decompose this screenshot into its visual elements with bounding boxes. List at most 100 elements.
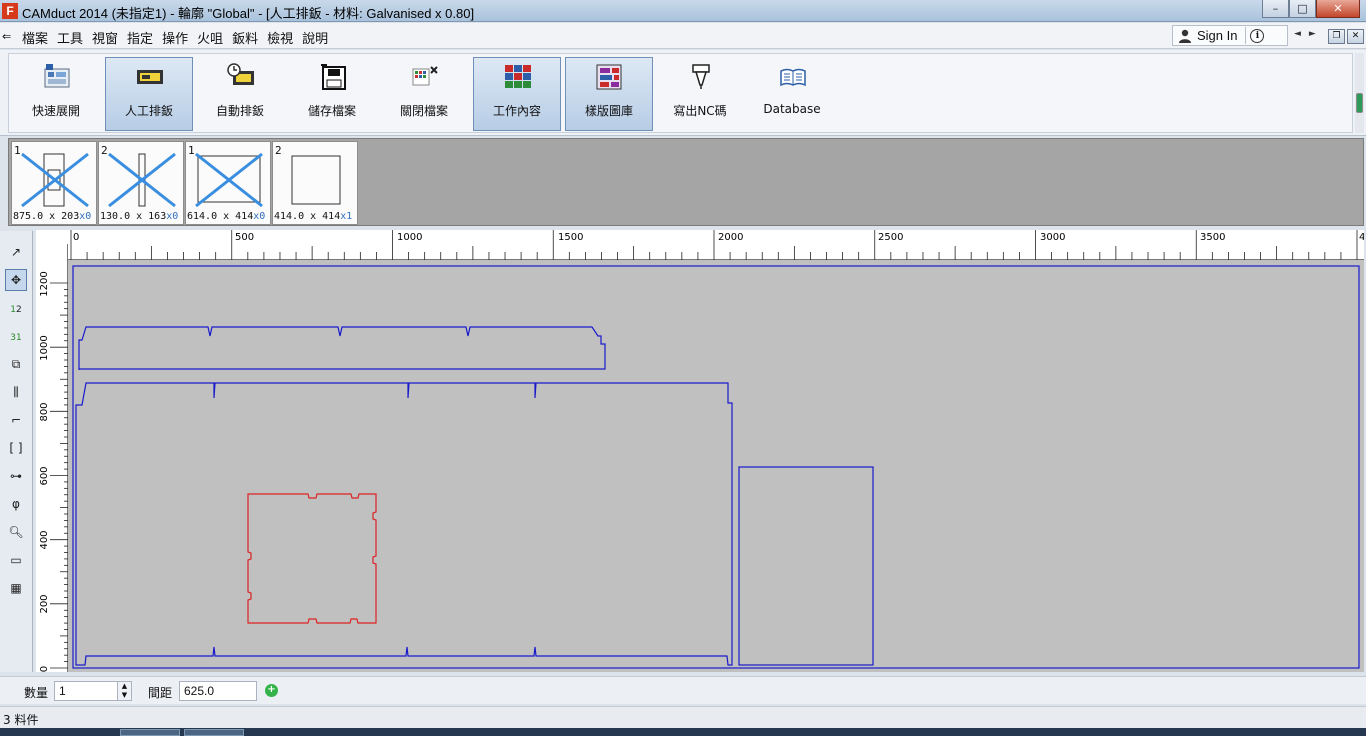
database-button[interactable]: Database	[748, 57, 836, 131]
part-large-panel[interactable]	[75, 382, 733, 666]
spacing-input[interactable]: 625.0	[179, 681, 257, 701]
close-file-icon	[412, 66, 438, 86]
align-parts-icon[interactable]: ⧉	[5, 353, 27, 375]
manual-nest-icon	[137, 70, 163, 84]
apply-icon[interactable]: +	[265, 684, 278, 697]
ruler-corner	[36, 230, 68, 244]
mirror-parts-icon[interactable]: ⫼	[5, 381, 27, 403]
quick-unfold-label: 快速展開	[31, 104, 80, 118]
quantity-stepper[interactable]: ▲ ▼	[117, 681, 132, 701]
horizontal-gap-icon[interactable]: ⊶	[5, 465, 27, 487]
title-bar: F CAMduct 2014 (未指定1) - 輪廓 "Global" - [人…	[0, 0, 1366, 22]
part-1-count: 1	[14, 144, 21, 157]
status-text: 3 料件	[3, 713, 39, 727]
back-arrow-icon[interactable]: ⇐	[2, 30, 11, 43]
part-thumbnail-strip: 1 875.0 x 203x0 2 130.0 x 163x0 1 614.0 …	[8, 138, 1364, 226]
status-bar: 3 料件	[0, 706, 1366, 728]
part-thumbnail-1[interactable]: 1 875.0 x 203x0	[11, 141, 97, 225]
taskbar-item[interactable]	[120, 729, 180, 736]
nesting-canvas[interactable]	[68, 260, 1364, 672]
info-icon[interactable]: i	[1250, 28, 1265, 43]
vertical-gap-icon[interactable]: φ	[5, 493, 27, 515]
manual-nest-button[interactable]: 人工排鈑	[105, 57, 193, 131]
taskbar-item[interactable]	[184, 729, 244, 736]
nav-left-icon[interactable]: ◄	[1294, 29, 1301, 39]
x-tick-label: 1000	[397, 232, 422, 243]
part-2-count: 2	[101, 144, 108, 157]
ribbon-scrollbar[interactable]	[1355, 53, 1364, 133]
x-tick-label: 2000	[718, 232, 743, 243]
maximize-button[interactable]: □	[1289, 0, 1316, 18]
part-thumbnail-3[interactable]: 1 614.0 x 414x0	[185, 141, 271, 225]
properties-icon[interactable]: ▦	[5, 577, 27, 599]
minimize-button[interactable]: –	[1262, 0, 1289, 18]
separator	[1245, 27, 1247, 44]
mdi-close-icon[interactable]: ✕	[1347, 29, 1364, 44]
job-contents-label: 工作內容	[492, 104, 541, 118]
part-1-dims: 875.0 x 203x0	[13, 211, 92, 222]
zoom-icon[interactable]: 🔍︎	[5, 521, 27, 543]
y-tick-label: 200	[39, 594, 50, 613]
sheet-drawing[interactable]	[68, 260, 1364, 672]
renumber-icon[interactable]: 31	[5, 325, 27, 347]
menu-file[interactable]: 檔案	[22, 28, 48, 47]
menu-view[interactable]: 檢視	[267, 28, 293, 47]
part-selected[interactable]	[247, 493, 377, 624]
close-file-button[interactable]: 關閉檔案	[380, 57, 468, 131]
menu-torch[interactable]: 火咀	[197, 28, 223, 47]
measure-ruler-icon[interactable]: ▭	[5, 549, 27, 571]
save-icon	[321, 64, 346, 90]
app-icon: F	[2, 3, 18, 19]
auto-nest-button[interactable]: 自動排鈑	[196, 57, 284, 131]
x-tick-label: 500	[235, 232, 254, 243]
menu-operate[interactable]: 操作	[162, 28, 188, 47]
ribbon-scroll-thumb[interactable]	[1356, 93, 1363, 113]
menu-tools[interactable]: 工具	[57, 28, 83, 47]
part-thumbnail-4[interactable]: 2 414.0 x 414x1	[272, 141, 358, 225]
mdi-restore-icon[interactable]: ❐	[1328, 29, 1345, 44]
user-icon	[1179, 29, 1191, 43]
database-icon	[780, 68, 806, 87]
quantity-label: 數量	[24, 686, 49, 700]
horizontal-ruler-ticks: 0 500 1000 1500 2000 2500 3000 3500 400	[70, 230, 1364, 260]
menu-specify[interactable]: 指定	[127, 28, 153, 47]
x-tick-label: 3500	[1200, 232, 1225, 243]
save-file-button[interactable]: 儲存檔案	[288, 57, 376, 131]
y-tick-label: 400	[39, 530, 50, 549]
quick-unfold-icon	[44, 64, 70, 88]
part-2-dims: 130.0 x 163x0	[100, 211, 179, 222]
pattern-library-button[interactable]: 樣版圖庫	[565, 57, 653, 131]
menu-help[interactable]: 說明	[302, 28, 328, 47]
sheet-outline	[72, 265, 1360, 669]
mdi-controls: ❐ ✕	[1328, 29, 1364, 44]
fit-bracket-icon[interactable]: [ ]	[5, 437, 27, 459]
move-part-icon[interactable]: ✥	[5, 269, 27, 291]
menu-window[interactable]: 視窗	[92, 28, 118, 47]
select-arrow-icon[interactable]: ↗	[5, 241, 27, 263]
properties-bar: 數量 1 ▲ ▼ 間距 625.0 +	[0, 676, 1366, 704]
nav-right-icon[interactable]: ►	[1309, 29, 1316, 39]
quantity-input[interactable]: 1	[54, 681, 118, 701]
window-title: CAMduct 2014 (未指定1) - 輪廓 "Global" - [人工排…	[22, 6, 475, 21]
y-tick-label: 800	[39, 402, 50, 421]
mini-nav: ◄ ►	[1294, 29, 1316, 39]
ribbon-toolbar: 快速展開 人工排鈑 自動排鈑 儲存檔案 關閉檔案 工作內容 樣版圖庫 寫出NC碼…	[0, 50, 1366, 136]
part-right-rect[interactable]	[738, 466, 874, 666]
y-tick-label: 0	[39, 666, 50, 672]
pattern-library-label: 樣版圖庫	[584, 104, 633, 118]
x-tick-label: 400	[1359, 232, 1364, 243]
part-strip-top[interactable]	[78, 326, 606, 370]
part-4-count: 2	[275, 144, 282, 157]
job-contents-button[interactable]: 工作內容	[473, 57, 561, 131]
sign-in-label[interactable]: Sign In	[1197, 28, 1237, 43]
menu-sheet[interactable]: 鈑料	[232, 28, 258, 47]
close-button[interactable]: ✕	[1316, 0, 1360, 18]
number-parts-icon[interactable]: 12	[5, 297, 27, 319]
x-tick-label: 1500	[558, 232, 583, 243]
sign-in-box[interactable]: Sign In i	[1172, 25, 1288, 46]
corner-tool-icon[interactable]: ⌐	[5, 409, 27, 431]
vertical-ruler-ticks: 1200 1000 800 600 400 200 0	[39, 271, 68, 672]
quick-unfold-button[interactable]: 快速展開	[12, 57, 100, 131]
nc-output-button[interactable]: 寫出NC碼	[656, 57, 744, 131]
part-thumbnail-2[interactable]: 2 130.0 x 163x0	[98, 141, 184, 225]
